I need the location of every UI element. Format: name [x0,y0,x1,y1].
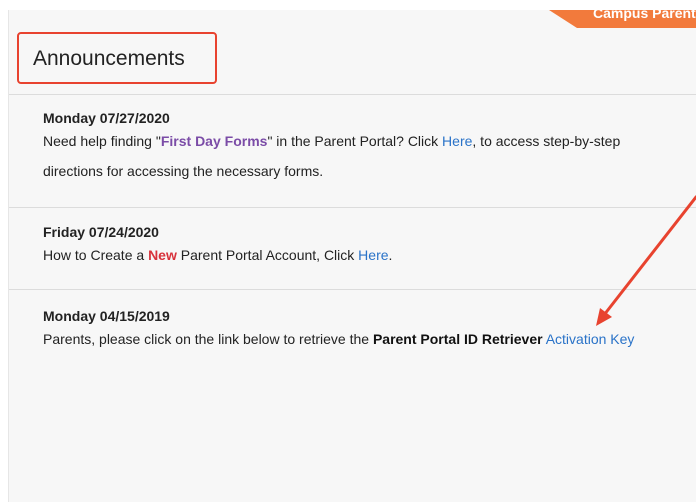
announcement-item: Monday 07/27/2020 Need help finding "Fir… [43,108,683,186]
first-day-forms-label: First Day Forms [160,133,268,149]
campus-parent-banner: Campus Parent [549,10,696,28]
announcement-date: Friday 07/24/2020 [43,224,159,240]
divider [9,289,696,290]
announcement-text: How to Create a New Parent Portal Accoun… [43,240,683,270]
announcement-text-part: " in the Parent Portal? Click [267,133,443,149]
campus-parent-banner-text: Campus Parent [593,10,696,21]
announcement-date: Monday 07/27/2020 [43,110,170,126]
announcement-text: Need help finding "First Day Forms" in t… [43,126,683,186]
announcement-text-part: How to Create a [43,247,149,263]
announcements-title-box: Announcements [17,32,217,84]
announcement-item: Monday 04/15/2019 Parents, please click … [43,306,683,354]
first-day-forms-here-link[interactable]: Here [442,133,472,149]
new-label: New [148,247,177,263]
announcement-text-part: Parents, please click on the link below … [43,331,373,347]
activation-key-link[interactable]: Activation Key [546,331,635,347]
announcement-text-part: Need help finding " [43,133,161,149]
announcement-text: Parents, please click on the link below … [43,324,683,354]
page-title: Announcements [33,47,185,70]
parent-portal-id-retriever-label: Parent Portal ID Retriever [372,331,543,347]
divider [9,207,696,208]
announcement-text-part: . [388,247,393,263]
announcement-text-part: Parent Portal Account, Click [176,247,359,263]
create-account-here-link[interactable]: Here [358,247,388,263]
divider [9,94,696,95]
announcement-date: Monday 04/15/2019 [43,308,170,324]
announcements-panel: Campus Parent Announcements Monday 07/27… [8,10,696,502]
announcement-item: Friday 07/24/2020 How to Create a New Pa… [43,222,683,270]
